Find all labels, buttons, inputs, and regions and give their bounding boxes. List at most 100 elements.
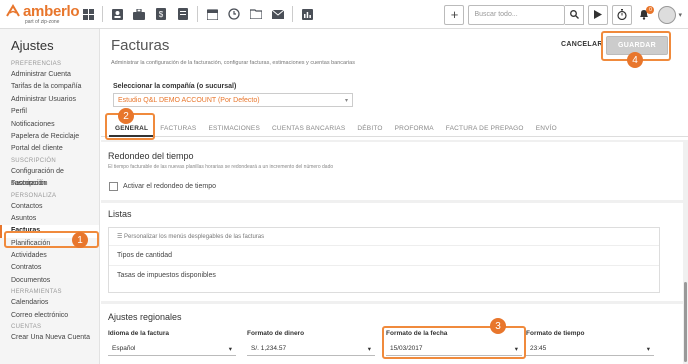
documents-icon[interactable] (172, 3, 194, 25)
sidebar-item-asuntos[interactable]: Asuntos (0, 213, 99, 225)
rounding-title: Redondeo del tiempo (108, 151, 194, 161)
time-format-select[interactable]: 23:45 ▾ (526, 342, 654, 356)
invoice-language-value: Español (112, 345, 136, 352)
main-content: Facturas Administrar la configuración de… (101, 29, 688, 364)
money-format-value: S/. 1,234.57 (251, 345, 287, 352)
company-value: Estudio Q&L DEMO ACCOUNT (Por Defecto) (118, 96, 260, 104)
tab-facturas[interactable]: FACTURAS (154, 121, 202, 137)
reports-icon[interactable] (296, 3, 318, 25)
step-marker-3: 3 (490, 318, 506, 334)
svg-text:$: $ (159, 10, 164, 19)
sidebar-item-contactos[interactable]: Contactos (0, 201, 99, 213)
sidebar-item-calendarios[interactable]: Calendarios (0, 297, 99, 309)
cancel-button[interactable]: CANCELAR (561, 41, 603, 48)
sidebar-item-tarifas[interactable]: Tarifas de la compañía (0, 81, 99, 93)
brand-name: amberlo (23, 2, 80, 20)
toolbar-divider (292, 6, 293, 22)
sidebar-item-facturacion[interactable]: Facturación (0, 178, 99, 190)
sidebar-item-config-suscripcion[interactable]: Configuración de suscripción (0, 166, 99, 187)
chevron-down-icon: ▾ (367, 345, 371, 353)
stopwatch-button[interactable] (612, 4, 633, 25)
time-format-label: Formato de tiempo (526, 330, 585, 337)
sidebar-item-administrar-usuarios[interactable]: Administrar Usuarios (0, 94, 99, 106)
sidebar-section-title: HERRAMIENTAS (11, 289, 62, 296)
page-title: Facturas (111, 37, 170, 54)
rounding-checkbox-label: Activar el redondeo de tiempo (123, 183, 216, 190)
sidebar-item-administrar-cuenta[interactable]: Administrar Cuenta (0, 69, 99, 81)
mail-icon[interactable] (267, 3, 289, 25)
time-format-value: 23:45 (530, 345, 547, 352)
sidebar-item-notificaciones[interactable]: Notificaciones (0, 119, 99, 131)
search-input[interactable]: Buscar todo... (468, 4, 566, 25)
tab-proforma[interactable]: PROFORMA (389, 121, 440, 137)
avatar[interactable] (658, 5, 677, 24)
chevron-down-icon: ▾ (228, 345, 232, 353)
history-icon[interactable] (223, 3, 245, 25)
tab-estimaciones[interactable]: ESTIMACIONES (202, 121, 266, 137)
rounding-checkbox-row[interactable]: Activar el redondeo de tiempo (109, 182, 216, 191)
dashboard-icon[interactable] (77, 3, 99, 25)
tab-debito[interactable]: DÉBITO (351, 121, 388, 137)
sidebar-section-title: PREFERENCIAS (11, 61, 62, 67)
rounding-card: Redondeo del tiempo El tiempo facturable… (101, 142, 683, 200)
chevron-down-icon[interactable]: ▾ (678, 11, 682, 19)
step-marker-1: 1 (72, 232, 88, 248)
sidebar-item-papelera[interactable]: Papelera de Reciclaje (0, 131, 99, 143)
list-item-tasas-impuestos[interactable]: Tasas de impuestos disponibles (109, 266, 659, 286)
sidebar-item-perfil[interactable]: Perfil (0, 106, 99, 118)
list-item-tipos-cantidad[interactable]: Tipos de cantidad (109, 246, 659, 266)
toolbar-divider (102, 6, 103, 22)
company-select[interactable]: Estudio Q&L DEMO ACCOUNT (Por Defecto) ▾ (113, 93, 353, 107)
briefcase-icon[interactable] (128, 3, 150, 25)
step-marker-2: 2 (118, 108, 134, 124)
sidebar-section-title: SUSCRIPCIÓN (11, 157, 56, 164)
company-label: Seleccionar la compañía (o sucursal) (113, 83, 237, 90)
sidebar-title: Ajustes (11, 38, 54, 53)
notifications-button[interactable]: 0 (636, 5, 655, 25)
lists-hint: ☰ Personalizar los menús desplegables de… (109, 228, 659, 246)
amberlo-logo-icon (6, 4, 20, 17)
sidebar-section-title: CUENTAS (11, 324, 42, 331)
lists-card: Listas ☰ Personalizar los menús desplega… (101, 203, 683, 301)
invoice-language-label: Idioma de la factura (108, 330, 170, 337)
sidebar-item-correo[interactable]: Correo electrónico (0, 310, 99, 322)
rounding-checkbox[interactable] (109, 182, 118, 191)
play-icon (594, 10, 603, 19)
tab-factura-prepago[interactable]: FACTURA DE PREPAGO (440, 121, 530, 137)
lists-title: Listas (108, 209, 132, 219)
sidebar-item-documentos[interactable]: Documentos (0, 275, 99, 287)
sidebar-section-title: PERSONALIZA (11, 192, 57, 199)
settings-sidebar: Ajustes PREFERENCIAS Administrar Cuenta … (0, 29, 100, 364)
sidebar-item-portal-cliente[interactable]: Portal del cliente (0, 143, 99, 155)
sidebar-item-actividades[interactable]: Actividades (0, 250, 99, 262)
search-icon[interactable] (565, 4, 585, 25)
play-timer-button[interactable] (588, 4, 609, 25)
chevron-down-icon: ▾ (646, 345, 650, 353)
settings-tabs: GENERAL FACTURAS ESTIMACIONES CUENTAS BA… (101, 121, 688, 137)
chevron-down-icon: ▾ (344, 97, 348, 104)
billing-icon[interactable]: $ (150, 3, 172, 25)
contacts-icon[interactable] (106, 3, 128, 25)
step-marker-4: 4 (627, 52, 643, 68)
calendar-icon[interactable] (201, 3, 223, 25)
folder-icon[interactable] (245, 3, 267, 25)
page-subtitle: Administrar la configuración de la factu… (111, 60, 355, 66)
sidebar-item-crear-cuenta[interactable]: Crear Una Nueva Cuenta (0, 332, 99, 344)
brand-sub: part of zip-zone (25, 18, 60, 25)
money-format-label: Formato de dinero (247, 330, 305, 337)
invoice-language-select[interactable]: Español ▾ (108, 342, 236, 356)
lists-box: ☰ Personalizar los menús desplegables de… (108, 227, 660, 293)
sidebar-item-contratos[interactable]: Contratos (0, 262, 99, 274)
scrollbar-thumb[interactable] (684, 282, 687, 362)
money-format-select[interactable]: S/. 1,234.57 ▾ (247, 342, 375, 356)
add-button[interactable]: + (444, 4, 465, 25)
toolbar-divider (197, 6, 198, 22)
lists-hint-text: Personalizar los menús desplegables de l… (124, 234, 265, 240)
highlight-date-format (382, 326, 526, 359)
tab-envio[interactable]: ENVÍO (530, 121, 563, 137)
list-icon: ☰ (117, 234, 125, 240)
logo[interactable]: amberlo part of zip-zone (0, 0, 80, 29)
top-bar: amberlo part of zip-zone $ + Buscar todo… (0, 0, 688, 29)
tab-cuentas-bancarias[interactable]: CUENTAS BANCARIAS (266, 121, 351, 137)
stopwatch-icon (617, 9, 628, 20)
